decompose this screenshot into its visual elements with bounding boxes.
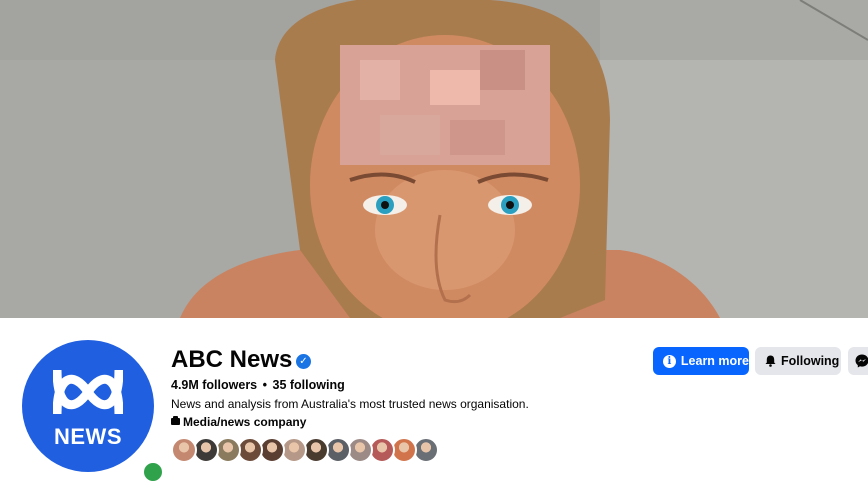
page-avatar[interactable]: NEWS [22,340,165,484]
logo-wordmark: NEWS [54,424,122,449]
verified-badge-icon[interactable]: ✓ [296,354,311,369]
page-bio: News and analysis from Australia's most … [171,397,529,411]
cover-photo[interactable] [0,0,868,318]
messenger-icon [855,354,868,368]
separator: • [262,378,268,392]
learn-more-button[interactable]: i Learn more [653,347,749,375]
cover-photo-image [0,0,868,318]
following-count-link[interactable]: 35 following [273,378,345,392]
info-icon: i [663,354,676,368]
following-button[interactable]: Following [755,347,841,375]
bell-icon [765,355,776,367]
following-label: Following [781,354,840,368]
follow-stats: 4.9M followers • 35 following [171,378,345,392]
page-category: Media/news company [171,415,306,429]
message-button[interactable] [848,347,868,375]
followers-count-link[interactable]: 4.9M followers [171,378,257,392]
briefcase-icon [171,416,180,425]
follower-avatar[interactable] [171,437,197,463]
category-label: Media/news company [183,415,307,429]
learn-more-label: Learn more [680,354,749,368]
abc-logo-icon [53,369,123,415]
online-status-indicator [141,460,165,484]
page-title: ABC News [171,346,293,373]
profile-header: NEWS ABC News ✓ 4.9M followers • 35 foll… [0,318,868,488]
